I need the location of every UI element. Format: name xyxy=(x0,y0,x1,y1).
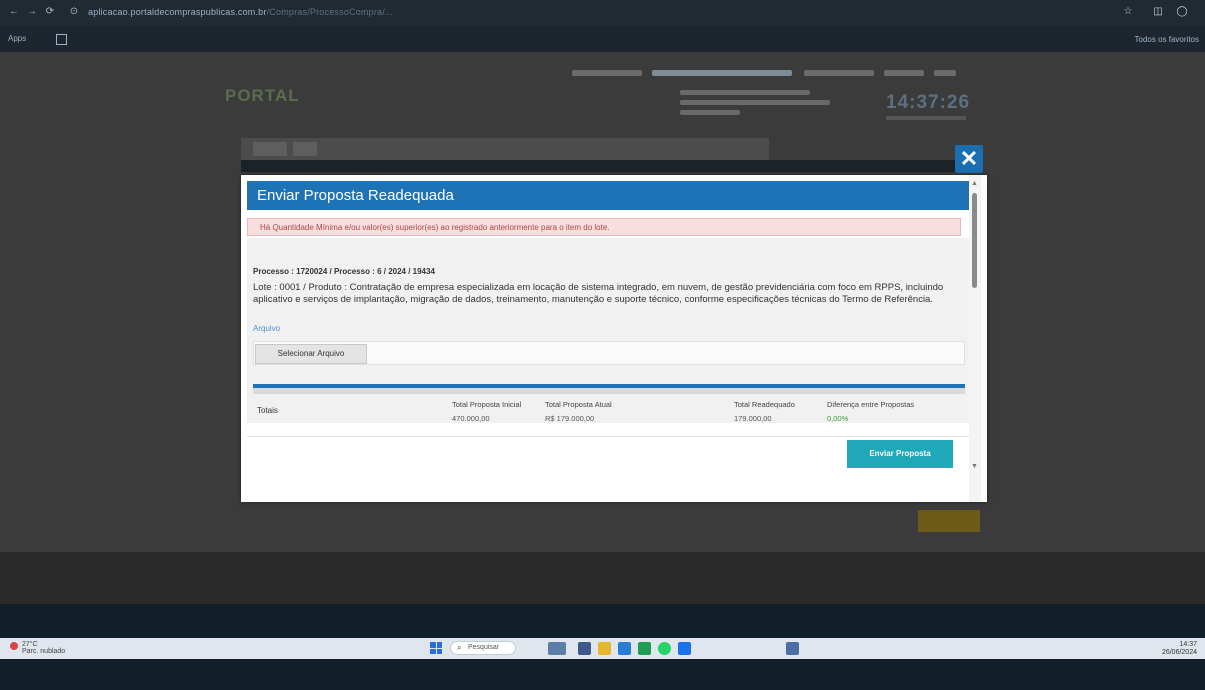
reload-icon[interactable]: ⟳ xyxy=(44,6,56,18)
windows-start-icon[interactable] xyxy=(430,642,442,654)
page-clock: 14:37:26 xyxy=(886,92,971,113)
scroll-up-icon[interactable]: ▲ xyxy=(971,180,978,187)
back-icon[interactable]: ← xyxy=(8,6,20,18)
scroll-down-icon[interactable]: ▼ xyxy=(971,463,978,470)
top-links xyxy=(572,68,962,78)
modal-title: Enviar Proposta Readequada xyxy=(247,181,969,210)
total-initial: Total Proposta Inicial 470.000,00 xyxy=(452,400,522,423)
modal-dialog: Enviar Proposta Readequada Há Quantidade… xyxy=(241,175,987,502)
address-bar[interactable]: aplicacao.portaldecompraspublicas.com.br… xyxy=(88,7,393,17)
user-info xyxy=(680,90,830,120)
lote-description: Lote : 0001 / Produto : Contratação de e… xyxy=(253,282,944,305)
page-nav xyxy=(241,138,769,160)
close-icon[interactable]: ✕ xyxy=(955,145,983,173)
whatsapp-icon[interactable] xyxy=(658,642,671,655)
modal-body: Há Quantidade Mínima e/ou valor(es) supe… xyxy=(247,210,969,495)
weather-widget[interactable]: 27°C Parc. nublado xyxy=(22,641,65,655)
site-info-icon[interactable]: ⊙ xyxy=(68,6,80,18)
total-difference: Diferença entre Propostas 0,00% xyxy=(827,400,915,423)
bookmark-star-icon[interactable]: ☆ xyxy=(1122,6,1134,18)
extensions-icon[interactable]: ◫ xyxy=(1152,6,1164,18)
chrome-icon[interactable] xyxy=(678,642,691,655)
search-icon: ⌕ xyxy=(457,643,462,652)
system-clock[interactable]: 14:37 26/06/2024 xyxy=(1162,641,1197,657)
browser-toolbar: ← → ⟳ ⊙ aplicacao.portaldecompraspublica… xyxy=(0,0,1205,26)
page-button xyxy=(918,510,980,532)
file-explorer-icon[interactable] xyxy=(578,642,591,655)
edge-icon[interactable] xyxy=(618,642,631,655)
arquivo-label: Arquivo xyxy=(253,324,281,333)
total-current: Total Proposta Atual R$ 179.000,00 xyxy=(545,400,612,423)
total-readjusted: Total Readequado 179.000,00 xyxy=(734,400,795,423)
all-bookmarks[interactable]: Todos os favoritos xyxy=(1135,35,1199,44)
profile-icon[interactable]: ◯ xyxy=(1176,6,1188,18)
weather-icon[interactable] xyxy=(10,642,18,650)
app-icon[interactable] xyxy=(786,642,799,655)
process-info: Processo : 1720024 / Processo : 6 / 2024… xyxy=(253,267,435,276)
grid-icon[interactable] xyxy=(56,34,67,45)
widgets-icon[interactable] xyxy=(548,642,566,655)
select-file-button[interactable]: Selecionar Arquivo xyxy=(255,344,367,364)
bookmarks-bar: Apps Todos os favoritos xyxy=(0,26,1205,52)
apps-bookmark[interactable]: Apps xyxy=(8,34,26,43)
send-proposal-button[interactable]: Enviar Proposta xyxy=(847,440,953,468)
folder-icon[interactable] xyxy=(598,642,611,655)
forward-icon[interactable]: → xyxy=(26,6,38,18)
taskbar: 27°C Parc. nublado ⌕ Pesquisar 14:37 26/… xyxy=(0,638,1205,659)
totals-label: Totais xyxy=(257,406,278,415)
alert-message: Há Quantidade Mínima e/ou valor(es) supe… xyxy=(247,218,961,236)
excel-icon[interactable] xyxy=(638,642,651,655)
portal-logo: PORTAL xyxy=(225,86,300,105)
scrollbar-thumb[interactable] xyxy=(972,193,977,288)
